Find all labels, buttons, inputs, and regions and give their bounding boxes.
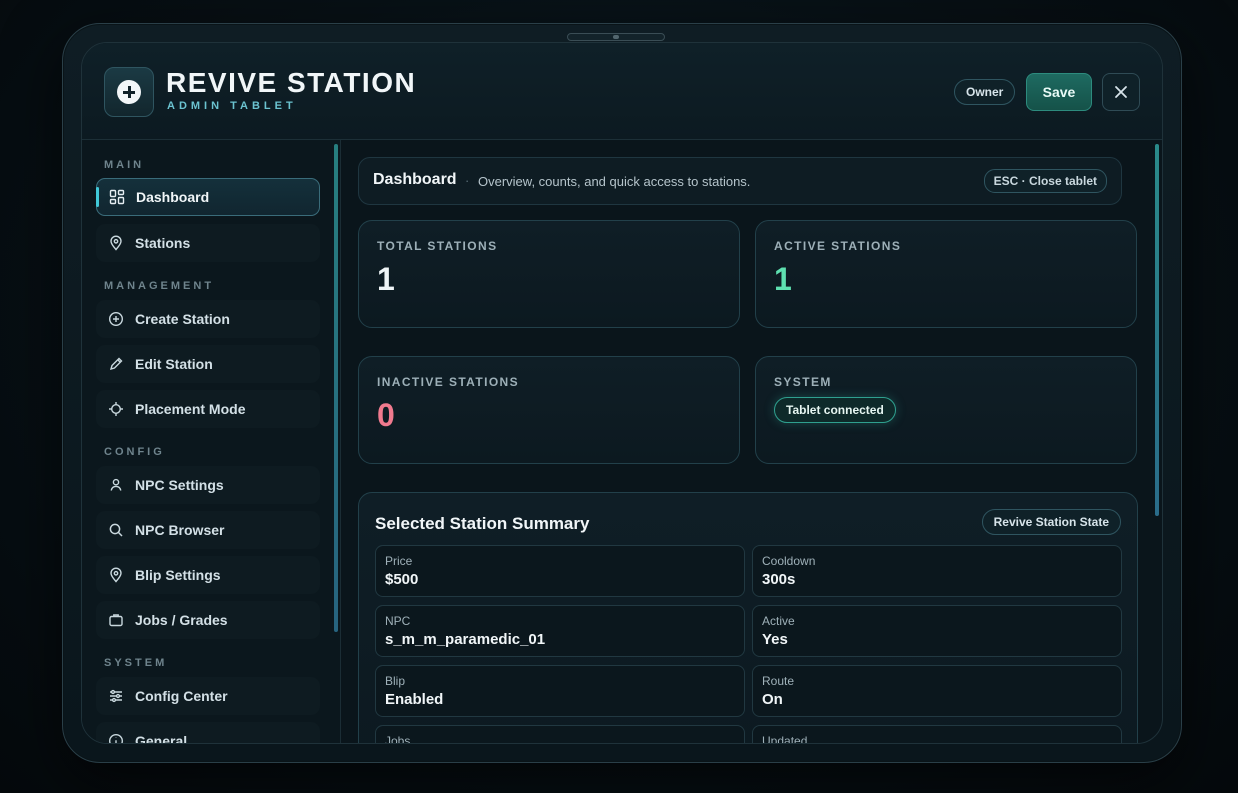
stat-label: SYSTEM — [774, 375, 832, 389]
summary-field-blip: Blip Enabled — [375, 665, 745, 717]
summary-field-updated: Updated — [752, 725, 1122, 743]
esc-close-hint: ESC · Close tablet — [983, 169, 1107, 193]
sidebar-item-label: Dashboard — [136, 189, 210, 205]
sidebar-item-label: Placement Mode — [135, 401, 246, 417]
app-title: REVIVE STATION — [166, 67, 417, 98]
location-pin-icon — [108, 567, 124, 583]
sidebar-item-placement-mode[interactable]: Placement Mode — [96, 390, 320, 428]
sidebar-item-config-center[interactable]: Config Center — [96, 677, 320, 715]
dashboard-icon — [109, 189, 125, 205]
field-key: Blip — [385, 674, 406, 688]
sidebar-item-label: Jobs / Grades — [135, 612, 228, 628]
sidebar-item-label: Create Station — [135, 311, 230, 327]
field-value: Enabled — [385, 691, 444, 708]
tablet-screen: REVIVE STATION ADMIN TABLET Owner Save M… — [81, 42, 1163, 744]
stat-label: ACTIVE STATIONS — [774, 239, 902, 253]
medical-plus-icon — [117, 80, 141, 104]
sliders-icon — [108, 688, 124, 704]
sidebar-item-blip-settings[interactable]: Blip Settings — [96, 556, 320, 594]
save-button[interactable]: Save — [1026, 73, 1092, 111]
field-key: Price — [385, 554, 413, 568]
summary-field-cooldown: Cooldown 300s — [752, 545, 1122, 597]
sidebar-scrollbar[interactable] — [334, 144, 338, 632]
role-badge: Owner — [954, 79, 1016, 105]
sidebar-item-label: NPC Settings — [135, 477, 224, 493]
summary-field-npc: NPC s_m_m_paramedic_01 — [375, 605, 745, 657]
field-value: On — [762, 691, 783, 708]
sidebar-item-stations[interactable]: Stations — [96, 224, 320, 262]
briefcase-icon — [108, 612, 124, 628]
sidebar-item-npc-settings[interactable]: NPC Settings — [96, 466, 320, 504]
tablet-frame: REVIVE STATION ADMIN TABLET Owner Save M… — [62, 23, 1182, 763]
main-content: Dashboard · Overview, counts, and quick … — [341, 140, 1162, 743]
logo — [104, 67, 154, 117]
sidebar-item-dashboard[interactable]: Dashboard — [96, 178, 320, 216]
field-key: Cooldown — [762, 554, 816, 568]
close-button[interactable] — [1102, 73, 1140, 111]
summary-title: Selected Station Summary — [375, 514, 590, 533]
sidebar-item-jobs-grades[interactable]: Jobs / Grades — [96, 601, 320, 639]
sidebar-item-label: Edit Station — [135, 356, 213, 372]
sidebar-item-npc-browser[interactable]: NPC Browser — [96, 511, 320, 549]
field-value: $500 — [385, 571, 419, 588]
page-description: Overview, counts, and quick access to st… — [478, 174, 751, 189]
stat-value: 0 — [377, 397, 395, 433]
sidebar-item-label: General — [135, 733, 188, 744]
section-label-config: CONFIG — [104, 446, 165, 458]
app-subtitle: ADMIN TABLET — [167, 100, 297, 112]
location-pin-icon — [108, 235, 124, 251]
field-key: Route — [762, 674, 795, 688]
page-title: Dashboard — [373, 171, 457, 188]
sidebar-item-create-station[interactable]: Create Station — [96, 300, 320, 338]
summary-field-jobs: Jobs — [375, 725, 745, 743]
plus-circle-icon — [108, 311, 124, 327]
title-separator: · — [465, 173, 470, 188]
field-key: Jobs — [385, 734, 411, 743]
field-key: NPC — [385, 614, 411, 628]
summary-field-route: Route On — [752, 665, 1122, 717]
sidebar-item-label: Blip Settings — [135, 567, 221, 583]
status-badge: Tablet connected — [774, 397, 896, 423]
sidebar-item-label: Config Center — [135, 688, 228, 704]
sidebar: MAIN Dashboard Stations MANAGEMENT Creat… — [82, 140, 341, 743]
stat-label: TOTAL STATIONS — [377, 239, 498, 253]
stat-card-active: ACTIVE STATIONS 1 — [755, 220, 1137, 328]
stat-value: 1 — [377, 261, 395, 297]
user-icon — [108, 477, 124, 493]
section-label-main: MAIN — [104, 159, 145, 171]
station-summary-panel: Selected Station Summary Revive Station … — [358, 492, 1138, 743]
close-icon — [1115, 86, 1127, 98]
app-header: REVIVE STATION ADMIN TABLET Owner Save — [82, 43, 1162, 140]
stat-label: INACTIVE STATIONS — [377, 375, 520, 389]
crosshair-icon — [108, 401, 124, 417]
stat-card-system: SYSTEM Tablet connected — [755, 356, 1137, 464]
stat-card-total: TOTAL STATIONS 1 — [358, 220, 740, 328]
field-value: s_m_m_paramedic_01 — [385, 631, 546, 648]
field-key: Updated — [762, 734, 808, 743]
summary-state-badge: Revive Station State — [981, 509, 1121, 535]
section-label-management: MANAGEMENT — [104, 280, 215, 292]
info-icon — [108, 733, 124, 743]
field-key: Active — [762, 614, 795, 628]
field-value: 300s — [762, 571, 796, 588]
page-header: Dashboard · Overview, counts, and quick … — [358, 157, 1122, 205]
stat-value: 1 — [774, 261, 792, 297]
pencil-icon — [108, 356, 124, 372]
main-scrollbar[interactable] — [1155, 144, 1159, 516]
section-label-system: SYSTEM — [104, 657, 168, 669]
search-icon — [108, 522, 124, 538]
field-value: Yes — [762, 631, 788, 648]
tablet-notch — [567, 33, 665, 41]
sidebar-item-edit-station[interactable]: Edit Station — [96, 345, 320, 383]
sidebar-item-label: Stations — [135, 235, 191, 251]
stat-card-inactive: INACTIVE STATIONS 0 — [358, 356, 740, 464]
summary-field-price: Price $500 — [375, 545, 745, 597]
sidebar-item-label: NPC Browser — [135, 522, 225, 538]
summary-field-active: Active Yes — [752, 605, 1122, 657]
sidebar-item-general[interactable]: General — [96, 722, 320, 744]
